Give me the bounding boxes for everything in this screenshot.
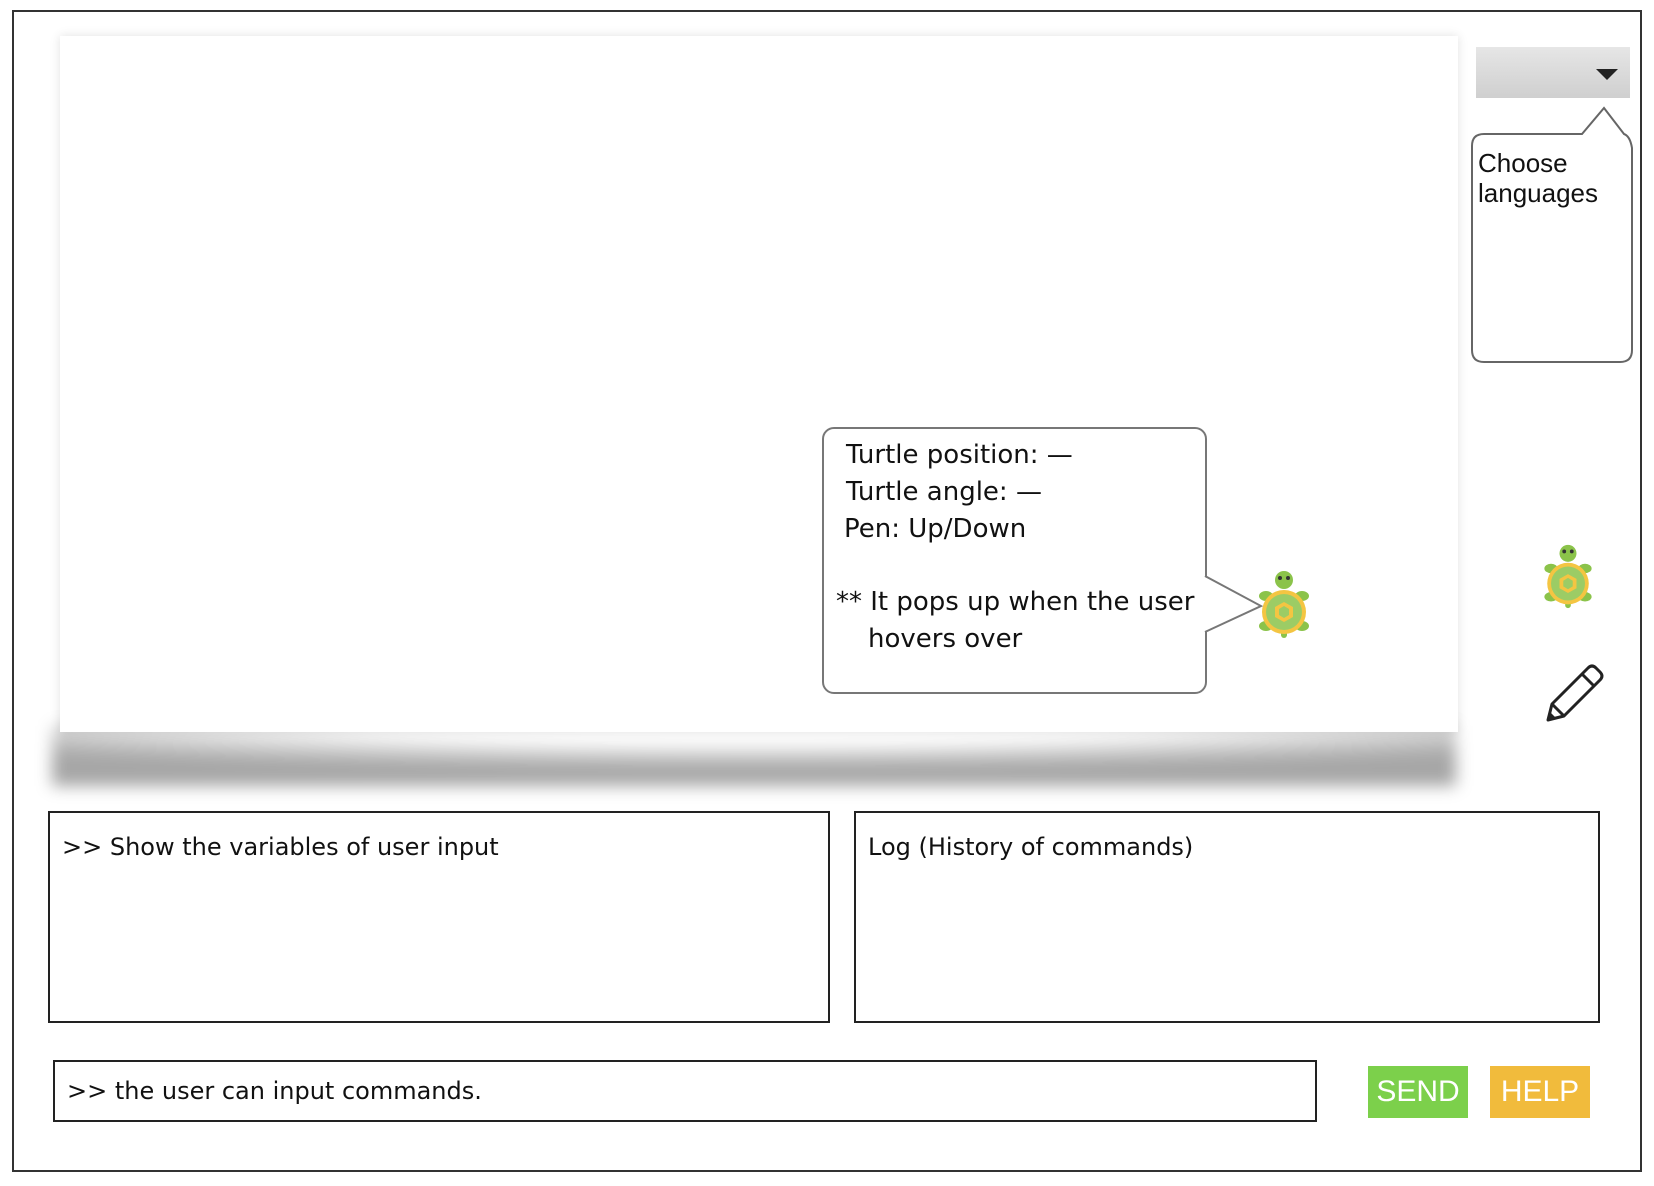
turtle-position-label: Turtle position: — <box>846 440 1073 470</box>
pencil-icon[interactable] <box>1540 660 1604 728</box>
turtle-canvas-area <box>48 36 1460 786</box>
tooltip-note-line2: hovers over <box>868 624 1023 654</box>
language-callout <box>1471 106 1633 363</box>
command-log-text: Log (History of commands) <box>868 833 1194 861</box>
help-button[interactable]: HELP <box>1490 1066 1590 1118</box>
pen-state-label: Pen: Up/Down <box>844 514 1027 544</box>
variables-panel: >> Show the variables of user input <box>48 811 830 1023</box>
command-input[interactable] <box>53 1060 1317 1122</box>
canvas-shadow <box>52 726 1456 786</box>
variables-panel-text: >> Show the variables of user input <box>62 833 499 861</box>
chevron-down-icon <box>1596 69 1618 80</box>
language-callout-line1: Choose <box>1478 148 1568 178</box>
language-callout-line2: languages <box>1478 178 1598 208</box>
turtle-icon[interactable] <box>1248 568 1320 640</box>
command-log-panel: Log (History of commands) <box>854 811 1600 1023</box>
turtle-icon[interactable] <box>1534 540 1602 612</box>
turtle-angle-label: Turtle angle: — <box>846 477 1042 507</box>
send-button[interactable]: SEND <box>1368 1066 1468 1118</box>
tooltip-note-line1: ** It pops up when the user <box>836 587 1195 617</box>
language-callout-text: Choose languages <box>1478 148 1628 208</box>
language-select[interactable] <box>1476 47 1630 98</box>
turtle-status-tooltip: Turtle position: — Turtle angle: — Pen: … <box>822 427 1207 694</box>
